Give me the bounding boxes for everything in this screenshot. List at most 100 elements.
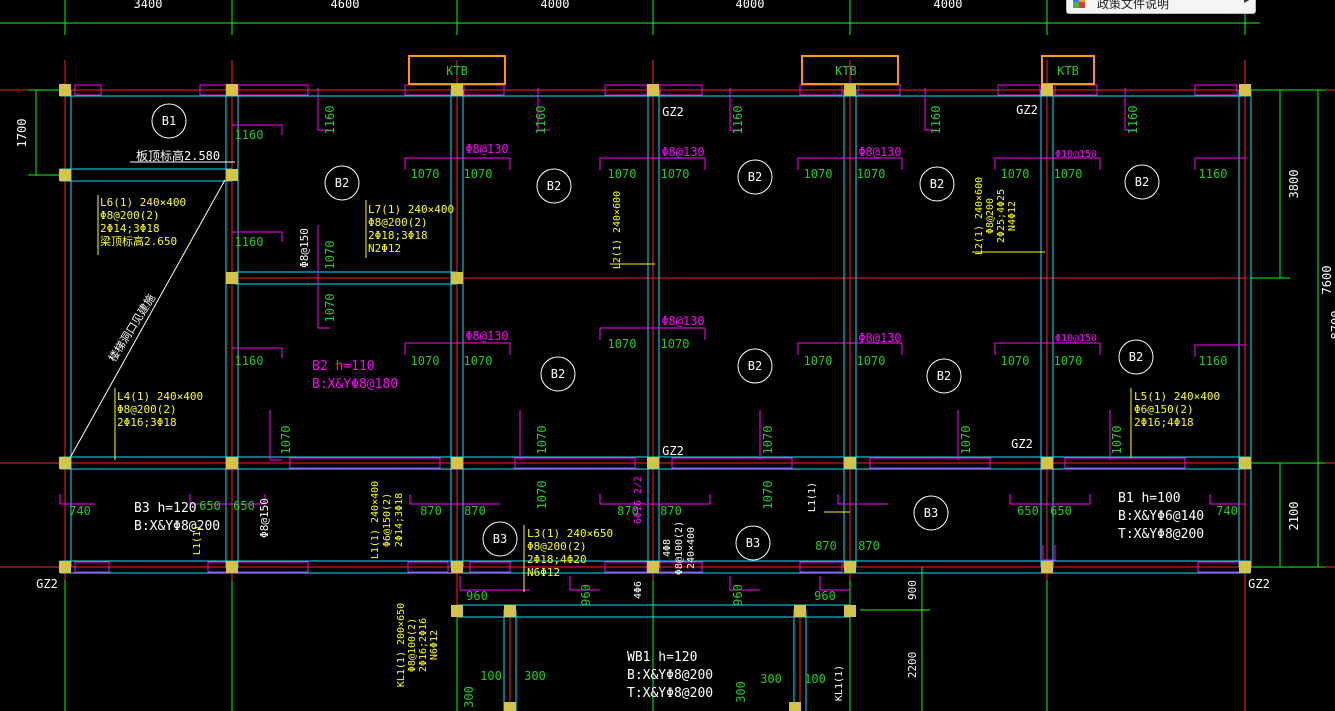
drawing-label: N6Φ12 <box>527 566 560 579</box>
drawing-label: 1070 <box>857 354 886 368</box>
beam-lines <box>60 90 1252 711</box>
column <box>647 561 659 573</box>
drawing-label: Φ8@130 <box>465 142 508 156</box>
drawing-label: 1070 <box>761 426 775 455</box>
drawing-label: 1160 <box>235 235 264 249</box>
drawing-label: GZ2 <box>36 577 58 591</box>
drawing-label: KL1(1) <box>834 665 845 701</box>
drawing-label: Φ10@150 <box>1055 149 1097 160</box>
drawing-label: 1070 <box>804 167 833 181</box>
column <box>451 272 463 284</box>
drawing-label: N6Φ12 <box>429 630 440 660</box>
column <box>226 457 238 469</box>
drawing-label: 2Φ16;2Φ16 <box>418 618 429 672</box>
drawing-label: 2Φ14;3Φ18 <box>394 493 405 547</box>
drawing-label: 板顶标高2.580 <box>136 148 220 163</box>
drawing-label: B2 h=110 <box>312 359 375 374</box>
column <box>226 561 238 573</box>
drawing-label: L4(1) 240×400 <box>117 390 203 403</box>
drawing-label: B2 <box>335 176 349 190</box>
drawing-label: 960 <box>466 589 488 603</box>
drawing-label: 100 <box>480 669 502 683</box>
drawing-label: 900 <box>906 580 919 600</box>
drawing-label: B3 <box>493 532 507 546</box>
drawing-label: 1070 <box>661 167 690 181</box>
column <box>504 605 516 617</box>
drawing-label: 1070 <box>535 426 549 455</box>
drawing-label: Φ6@150(2) <box>1134 403 1194 416</box>
drawing-label: 1070 <box>464 354 493 368</box>
drawing-label: Φ8@200(2) <box>368 216 428 229</box>
drawing-label: 2100 <box>1287 502 1301 531</box>
column <box>1041 84 1053 96</box>
drawing-label: B3 <box>924 506 938 520</box>
chevron-right-icon: ▸ <box>1243 0 1249 6</box>
drawing-label: 300 <box>462 686 476 708</box>
drawing-label: Φ8@130 <box>858 331 901 345</box>
drawing-label: 1700 <box>15 119 29 148</box>
drawing-label: L3(1) 240×650 <box>527 527 613 540</box>
drawing-label: 4Φ8 <box>662 539 673 557</box>
drawing-label: L1(1) <box>807 482 818 512</box>
drawing-label: 960 <box>579 584 593 606</box>
drawing-label: WB1 h=120 <box>627 650 697 665</box>
drawing-label: B:X&YΦ6@140 <box>1118 509 1204 524</box>
drawing-label: B2 <box>748 359 762 373</box>
column <box>789 702 801 711</box>
drawing-label: 100 <box>804 672 826 686</box>
cad-drawing-canvas[interactable]: 3400 4600 4000 4000 4000 1700 3800 7600 2100 8700… <box>0 0 1335 711</box>
drawing-label: 960 <box>814 589 836 603</box>
drawing-label: 1070 <box>608 167 637 181</box>
drawing-label: 960 <box>731 584 745 606</box>
tooltip-label: 政策文件说明 <box>1097 0 1170 11</box>
drawing-label: B2 <box>551 367 565 381</box>
drawing-label: L1(1) 240×400 <box>370 481 381 559</box>
drawing-label: 2Φ16;3Φ18 <box>117 416 177 429</box>
column <box>844 84 856 96</box>
drawing-label: 1160 <box>1199 167 1228 181</box>
drawing-label: 740 <box>69 504 91 518</box>
column <box>1041 561 1053 573</box>
drawing-label: KTB <box>1057 64 1079 78</box>
column <box>794 605 806 617</box>
drawing-label: KL1(1) 200×650 <box>396 603 407 687</box>
drawing-label: Φ8@130 <box>858 145 901 159</box>
drawing-label: L1(1) <box>192 525 203 555</box>
drawing-label: 1070 <box>608 337 637 351</box>
drawing-label: 1160 <box>534 106 548 135</box>
column <box>1239 84 1251 96</box>
drawing-label: 870 <box>858 539 880 553</box>
drawing-label: 1160 <box>323 106 337 135</box>
drawing-label: Φ8@130 <box>661 145 704 159</box>
drawing-label: 870 <box>815 539 837 553</box>
drawing-label: B3 <box>746 536 760 550</box>
column <box>647 84 659 96</box>
drawing-label: B3 h=120 <box>134 501 197 516</box>
drawing-label: B2 <box>547 179 561 193</box>
policy-doc-tooltip[interactable]: 政策文件说明 ▸ <box>1066 0 1256 14</box>
drawing-label: 4000 <box>736 0 765 11</box>
drawing-label: 2Φ14;3Φ18 <box>100 222 160 235</box>
drawing-label: T:X&YΦ8@200 <box>1118 527 1204 542</box>
column <box>451 605 463 617</box>
drawing-label: B2 <box>1135 175 1149 189</box>
app-icon <box>1073 0 1085 8</box>
drawing-label: 1070 <box>464 167 493 181</box>
drawing-label: 1070 <box>411 354 440 368</box>
drawing-label: Φ8@150 <box>298 228 311 268</box>
drawing-label: B2 <box>937 369 951 383</box>
column <box>59 84 71 96</box>
column <box>59 457 71 469</box>
drawing-label: 1070 <box>1110 426 1124 455</box>
drawing-label: 2Φ25;4Φ25 <box>996 189 1007 243</box>
annotations: 3400 4600 4000 4000 4000 1700 3800 7600 2100 8700… <box>15 0 1335 708</box>
drawing-label: B2 <box>930 177 944 191</box>
drawing-label: GZ2 <box>662 444 684 458</box>
drawing-label: Φ10@150 <box>1055 333 1097 344</box>
drawing-label: 3800 <box>1287 170 1301 199</box>
drawing-label: L7(1) 240×400 <box>368 203 454 216</box>
drawing-label: Φ8@200 <box>985 198 996 234</box>
drawing-label: 1070 <box>761 481 775 510</box>
drawing-label: 650 <box>1050 504 1072 518</box>
drawing-label: 650 <box>199 499 221 513</box>
